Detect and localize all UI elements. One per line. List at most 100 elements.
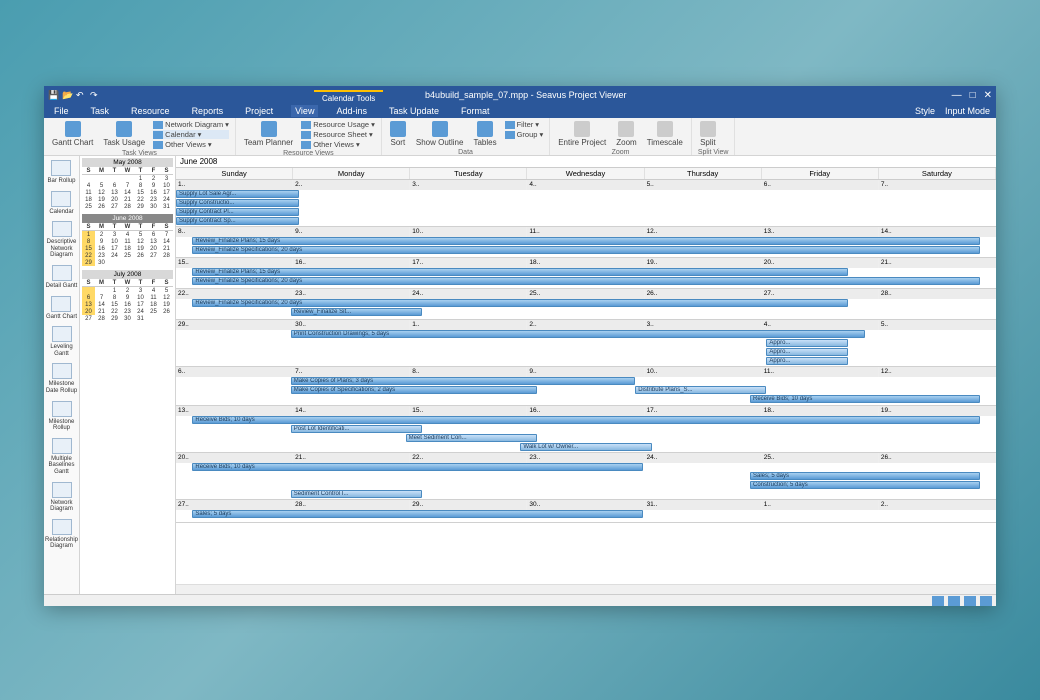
menu-inputmode[interactable]: Input Mode	[945, 106, 990, 116]
date-cell[interactable]: 17..	[645, 406, 762, 416]
sidebar-item-8[interactable]: Multiple Baselines Gantt	[44, 438, 79, 476]
task-bar[interactable]: Supply Lot Sale Agr...	[176, 190, 299, 198]
task-usage-button[interactable]: Task Usage	[101, 120, 147, 148]
menu-taskupdate[interactable]: Task Update	[385, 105, 443, 117]
task-bar[interactable]: Appro...	[766, 357, 848, 365]
date-cell[interactable]: 22..	[176, 289, 293, 299]
date-cell[interactable]: 2..	[293, 180, 410, 190]
task-bar[interactable]: Supply Contract Pl...	[176, 208, 299, 216]
date-cell[interactable]: 31..	[645, 500, 762, 510]
view-shortcut-2[interactable]	[948, 596, 960, 606]
date-cell[interactable]: 11..	[527, 227, 644, 237]
view-shortcut-3[interactable]	[964, 596, 976, 606]
date-cell[interactable]: 14..	[293, 406, 410, 416]
date-cell[interactable]: 6..	[176, 367, 293, 377]
date-cell[interactable]: 15..	[410, 406, 527, 416]
date-cell[interactable]: 16..	[293, 258, 410, 268]
horizontal-scrollbar[interactable]	[176, 584, 996, 594]
task-bar[interactable]: Appro...	[766, 348, 848, 356]
date-cell[interactable]: 27..	[176, 500, 293, 510]
date-cell[interactable]: 1..	[176, 180, 293, 190]
date-cell[interactable]: 6..	[762, 180, 879, 190]
sidebar-item-2[interactable]: Descriptive Network Diagram	[44, 221, 79, 259]
menu-task[interactable]: Task	[87, 105, 114, 117]
save-icon[interactable]: 💾	[48, 90, 58, 100]
sidebar-item-5[interactable]: Leveling Gantt	[44, 326, 79, 357]
view-shortcut-1[interactable]	[932, 596, 944, 606]
date-cell[interactable]: 5..	[645, 180, 762, 190]
sidebar-item-3[interactable]: Detail Gantt	[46, 265, 78, 290]
task-bar[interactable]: Make Copies of Specifications; 2 days	[291, 386, 537, 394]
date-cell[interactable]: 2..	[879, 500, 996, 510]
date-cell[interactable]: 24..	[410, 289, 527, 299]
task-bar[interactable]: Supply Contract Sp...	[176, 217, 299, 225]
undo-icon[interactable]: ↶	[76, 90, 86, 100]
date-cell[interactable]: 21..	[879, 258, 996, 268]
date-cell[interactable]: 27..	[762, 289, 879, 299]
task-bar[interactable]: Sales; 5 days	[192, 510, 643, 518]
team-planner-button[interactable]: Team Planner	[242, 120, 295, 148]
date-cell[interactable]: 2..	[527, 320, 644, 330]
group-button[interactable]: Group ▾	[505, 130, 544, 139]
date-cell[interactable]: 1..	[762, 500, 879, 510]
date-cell[interactable]: 23..	[293, 289, 410, 299]
task-bar[interactable]: Walk Lot w/ Owner...	[520, 443, 651, 451]
date-cell[interactable]: 19..	[879, 406, 996, 416]
date-cell[interactable]: 29..	[176, 320, 293, 330]
network-diagram-button[interactable]: Network Diagram ▾	[153, 120, 229, 129]
task-bar[interactable]: Review_Finalize Specifications; 20 days	[192, 277, 979, 285]
task-bar[interactable]: Review_Finalize Specifications; 20 days	[192, 246, 979, 254]
date-cell[interactable]: 10..	[645, 367, 762, 377]
menu-format[interactable]: Format	[457, 105, 494, 117]
menu-style[interactable]: Style	[915, 106, 935, 116]
date-cell[interactable]: 4..	[527, 180, 644, 190]
date-cell[interactable]: 18..	[527, 258, 644, 268]
menu-reports[interactable]: Reports	[188, 105, 228, 117]
date-cell[interactable]: 3..	[645, 320, 762, 330]
date-cell[interactable]: 9..	[293, 227, 410, 237]
task-bar[interactable]: Distribute Plans_S...	[635, 386, 766, 394]
calendar-view-button[interactable]: Calendar ▾	[153, 130, 229, 139]
menu-addins[interactable]: Add-ins	[332, 105, 371, 117]
minical-2[interactable]: July 2008SMTWTFS123456789101112131415161…	[82, 270, 173, 322]
date-cell[interactable]: 25..	[527, 289, 644, 299]
close-icon[interactable]: ✕	[984, 90, 992, 101]
task-bar[interactable]: Receive Bids; 10 days	[192, 416, 979, 424]
task-bar[interactable]: Meet Sediment Con...	[406, 434, 537, 442]
view-shortcut-4[interactable]	[980, 596, 992, 606]
date-cell[interactable]: 25..	[762, 453, 879, 463]
date-cell[interactable]: 30..	[293, 320, 410, 330]
date-cell[interactable]: 13..	[762, 227, 879, 237]
sort-button[interactable]: Sort	[388, 120, 408, 148]
date-cell[interactable]: 1..	[410, 320, 527, 330]
date-cell[interactable]: 7..	[293, 367, 410, 377]
resource-sheet-button[interactable]: Resource Sheet ▾	[301, 130, 375, 139]
task-bar[interactable]: Post Lot Identificati...	[291, 425, 422, 433]
filter-button[interactable]: Filter ▾	[505, 120, 544, 129]
date-cell[interactable]: 12..	[645, 227, 762, 237]
date-cell[interactable]: 23..	[527, 453, 644, 463]
date-cell[interactable]: 11..	[762, 367, 879, 377]
task-bar[interactable]: Make Copies of Plans; 3 days	[291, 377, 635, 385]
date-cell[interactable]: 19..	[645, 258, 762, 268]
task-bar[interactable]: Review_Finalize Specifications; 20 days	[192, 299, 848, 307]
sidebar-item-4[interactable]: Gantt Chart	[46, 296, 77, 321]
task-bar[interactable]: Construction; 5 days	[750, 481, 980, 489]
date-cell[interactable]: 28..	[879, 289, 996, 299]
task-bar[interactable]: Sales; 5 days	[750, 472, 980, 480]
task-bar[interactable]: Receive Bids; 10 days	[192, 463, 643, 471]
date-cell[interactable]: 10..	[410, 227, 527, 237]
maximize-icon[interactable]: □	[970, 90, 976, 101]
minical-0[interactable]: May 2008SMTWTFS1234567891011121314151617…	[82, 158, 173, 210]
sidebar-item-6[interactable]: Milestone Date Rollup	[44, 363, 79, 394]
weeks-container[interactable]: 1..2..3..4..5..6..7..Supply Lot Sale Agr…	[176, 180, 996, 584]
sidebar-item-0[interactable]: Bar Rollup	[47, 160, 75, 185]
sidebar-item-7[interactable]: Milestone Rollup	[44, 401, 79, 432]
menu-project[interactable]: Project	[241, 105, 277, 117]
date-cell[interactable]: 22..	[410, 453, 527, 463]
entire-project-button[interactable]: Entire Project	[556, 120, 608, 148]
menu-resource[interactable]: Resource	[127, 105, 174, 117]
task-bar[interactable]: Review_Finalize Plans; 15 days	[192, 237, 979, 245]
date-cell[interactable]: 16..	[527, 406, 644, 416]
menu-view[interactable]: View	[291, 105, 318, 117]
